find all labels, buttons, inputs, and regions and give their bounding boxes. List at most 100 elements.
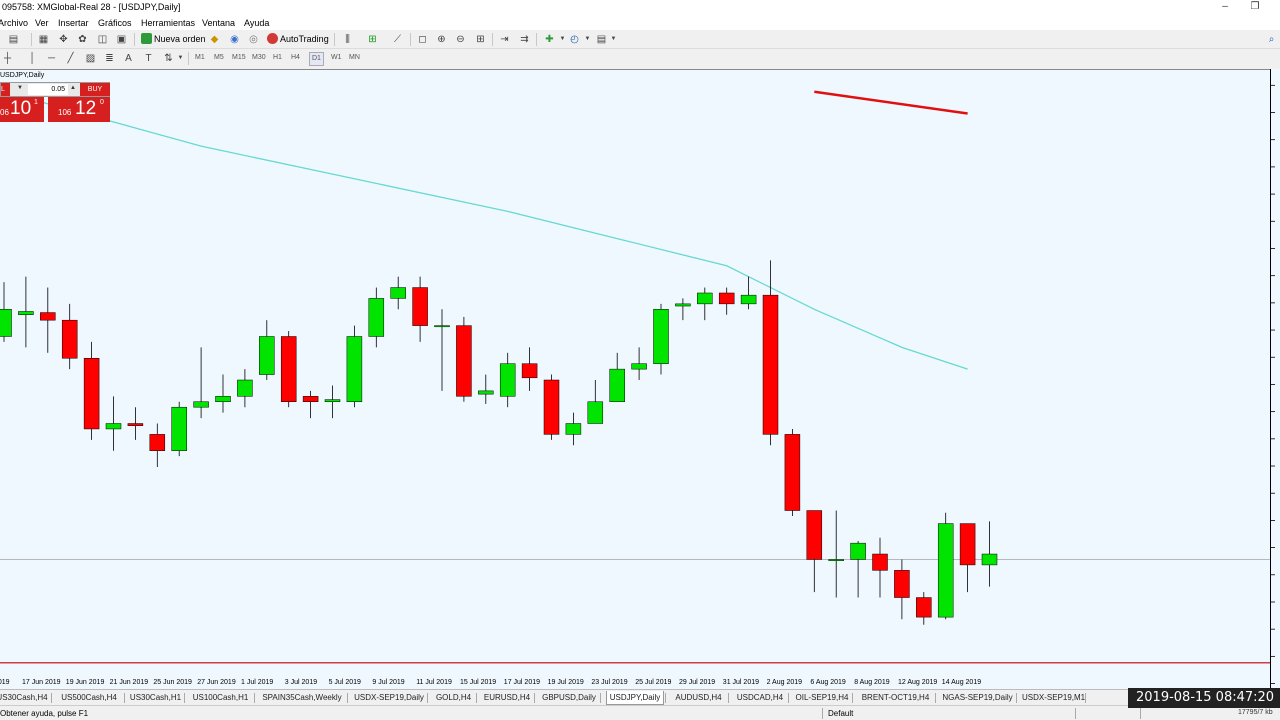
templates-dropdown-icon[interactable]: ▼: [606, 32, 621, 47]
chart-tab[interactable]: USDX-SEP19,Daily: [352, 691, 426, 705]
text-icon[interactable]: A: [121, 51, 136, 66]
chart-shift-icon[interactable]: ⇥: [497, 32, 512, 47]
metaeditor-icon[interactable]: ◆: [207, 32, 222, 47]
lot-down-icon[interactable]: ▼: [17, 85, 23, 91]
market-watch-icon[interactable]: ✥: [56, 32, 71, 47]
restore-button[interactable]: ❐: [1240, 0, 1270, 16]
menu-ventana[interactable]: Ventana: [202, 18, 235, 28]
crosshair-icon[interactable]: ┼: [0, 51, 15, 66]
autotrading-button[interactable]: AutoTrading: [267, 33, 329, 45]
auto-scroll-icon[interactable]: ⇉: [517, 32, 532, 47]
menu-ayuda[interactable]: Ayuda: [244, 18, 269, 28]
bear-candle: [718, 292, 735, 305]
tab-divider: [728, 693, 729, 703]
timeframe-h4[interactable]: H4: [291, 52, 300, 64]
time-axis-label: 17 Jun 2019: [22, 679, 61, 686]
timeframe-w1[interactable]: W1: [331, 52, 342, 64]
tab-divider: [788, 693, 789, 703]
periods-dropdown-icon[interactable]: ▼: [580, 32, 595, 47]
candlestick-icon[interactable]: ⊞: [365, 32, 380, 47]
chart-tab[interactable]: USDCAD,H4: [733, 691, 787, 705]
bull-candle: [631, 363, 647, 370]
bear-candle: [412, 287, 428, 326]
zoom-in-icon[interactable]: ⊕: [434, 32, 449, 47]
chart-tab[interactable]: US30Cash,H4: [0, 691, 50, 705]
time-axis-label: 27 Jun 2019: [197, 679, 236, 686]
chart-tab[interactable]: GBPUSD,Daily: [539, 691, 599, 705]
chart-tab[interactable]: US30Cash,H1: [128, 691, 183, 705]
bear-candle: [521, 363, 538, 379]
menu-graficos[interactable]: Gráficos: [98, 18, 132, 28]
menu-herramientas[interactable]: Herramientas: [141, 18, 195, 28]
strategy-tester-icon[interactable]: ◉: [227, 32, 242, 47]
drawing-toolbar: ┼ │ ─ ╱ ▨ ≣ A T ⇅ ▼ M1 M5 M15 M30 H1 H4 …: [0, 49, 1280, 68]
price-chart[interactable]: [0, 70, 1270, 689]
time-axis: 2019 17 Jun 2019 19 Jun 2019 21 Jun 2019 25 …: [0, 672, 1270, 689]
buy-price-small: 106: [58, 108, 72, 117]
arrows-dropdown-icon[interactable]: ▼: [173, 51, 188, 66]
chart-tab[interactable]: EURUSD,H4: [481, 691, 533, 705]
channel-icon[interactable]: ▨: [83, 51, 98, 66]
menu-ver[interactable]: Ver: [35, 18, 49, 28]
fibonacci-icon[interactable]: ≣: [102, 51, 117, 66]
buy-button[interactable]: BUY: [80, 83, 110, 96]
sell-button-top[interactable]: L: [1, 83, 10, 96]
timeframe-m5[interactable]: M5: [214, 52, 224, 64]
new-order-button[interactable]: Nueva orden: [141, 33, 206, 45]
timeframe-m1[interactable]: M1: [195, 52, 205, 64]
toolbar-separator: [188, 52, 189, 65]
time-axis-label: 1 Jul 2019: [241, 679, 274, 686]
chart-tab[interactable]: USDX-SEP19,M1: [1022, 691, 1085, 705]
tab-divider: [935, 693, 936, 703]
zoom-out-icon[interactable]: ⊖: [453, 32, 468, 47]
bear-candle: [456, 325, 472, 397]
signals-icon[interactable]: ◎: [246, 32, 261, 47]
status-separator: [1075, 708, 1076, 719]
sell-price-box[interactable]: 06 10 1: [0, 97, 44, 122]
chart-tab[interactable]: BRENT-OCT19,H4: [857, 691, 934, 705]
chart-tab[interactable]: USDJPY,Daily: [606, 691, 664, 705]
horizontal-line-icon[interactable]: ─: [44, 51, 59, 66]
chart-window[interactable]: USDJPY,Daily: [0, 69, 1270, 689]
navigator-icon[interactable]: ◫: [95, 32, 110, 47]
trendline-icon[interactable]: ╱: [63, 51, 78, 66]
chart-tab[interactable]: NGAS-SEP19,Daily: [940, 691, 1015, 705]
bear-candle: [959, 523, 976, 566]
autoscroll-icon[interactable]: ◻: [415, 32, 430, 47]
data-window-icon[interactable]: ✿: [75, 32, 90, 47]
timeframe-h1[interactable]: H1: [273, 52, 282, 64]
time-axis-label: 15 Jul 2019: [460, 679, 497, 686]
chart-tab[interactable]: AUDUSD,H4: [670, 691, 727, 705]
chart-tab[interactable]: SPAIN35Cash,Weekly: [258, 691, 346, 705]
buy-price-box[interactable]: 106 12 0: [48, 97, 110, 122]
search-icon[interactable]: ⌕: [1264, 32, 1279, 47]
new-chart-icon[interactable]: ▤: [6, 32, 21, 47]
timeframe-m15[interactable]: M15: [232, 52, 246, 64]
chart-tab[interactable]: US100Cash,H1: [188, 691, 253, 705]
timeframe-d1[interactable]: D1: [309, 52, 324, 66]
menu-insertar[interactable]: Insertar: [58, 18, 89, 28]
chart-tab[interactable]: GOLD,H4: [432, 691, 475, 705]
text-label-icon[interactable]: T: [141, 51, 156, 66]
bear-candle: [149, 434, 166, 451]
timeframe-m30[interactable]: M30: [252, 52, 266, 64]
status-profile[interactable]: Default: [828, 709, 853, 718]
lot-up-icon[interactable]: ▲: [70, 85, 76, 91]
profiles-icon[interactable]: ▦: [36, 32, 51, 47]
menu-archivo[interactable]: Archivo: [0, 18, 28, 28]
lot-size-input[interactable]: 0.05: [28, 84, 68, 95]
chart-tab[interactable]: OIL-SEP19,H4: [793, 691, 851, 705]
bear-candle: [872, 553, 888, 571]
terminal-icon[interactable]: ▣: [114, 32, 129, 47]
chart-tab[interactable]: US500Cash,H4: [55, 691, 123, 705]
price-scale[interactable]: [1270, 69, 1280, 689]
bar-chart-icon[interactable]: ⫼: [340, 32, 355, 47]
bear-candle: [784, 434, 801, 511]
vertical-line-icon[interactable]: │: [25, 51, 40, 66]
timeframe-mn[interactable]: MN: [349, 52, 360, 64]
minimize-button[interactable]: –: [1210, 0, 1240, 16]
line-chart-icon[interactable]: ⟋: [390, 32, 405, 47]
time-axis-label: 5 Jul 2019: [328, 679, 361, 686]
tile-windows-icon[interactable]: ⊞: [473, 32, 488, 47]
bull-candle: [18, 311, 34, 315]
